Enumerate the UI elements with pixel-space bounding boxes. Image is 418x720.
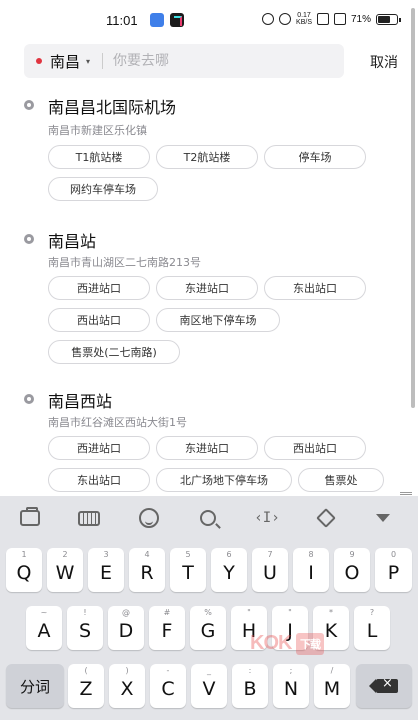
toolbox-icon[interactable] (17, 506, 43, 530)
scrollbar[interactable] (411, 8, 415, 408)
alarm-icon (262, 13, 275, 25)
key-z[interactable]: (Z (68, 664, 104, 708)
backspace-icon (369, 676, 398, 693)
search-bar: 南昌 ▾ (24, 44, 344, 78)
entrance-chip[interactable]: T2航站楼 (156, 145, 258, 169)
destination-search-input[interactable] (113, 53, 314, 69)
cancel-button[interactable]: 取消 (370, 52, 398, 72)
backspace-key[interactable] (356, 664, 412, 708)
entrance-chip[interactable]: 网约车停车场 (48, 177, 158, 201)
key-m[interactable]: / M (314, 664, 350, 708)
key-w[interactable]: 2W (47, 548, 83, 592)
cursor-icon[interactable]: ‹I› (254, 506, 280, 530)
entrance-chip[interactable]: 西进站口 (48, 276, 150, 300)
keyboard-handle[interactable] (400, 492, 412, 495)
entrance-chip[interactable]: 停车场 (264, 145, 366, 169)
key-r[interactable]: 4R (129, 548, 165, 592)
result-title[interactable]: 南昌昌北国际机场 (48, 94, 176, 118)
key-q[interactable]: 1Q (6, 548, 42, 592)
key-n[interactable]: ; N (273, 664, 309, 708)
entrance-chip[interactable]: 南区地下停车场 (156, 308, 280, 332)
key-f[interactable]: # F (149, 606, 185, 650)
key-p[interactable]: 0P (375, 548, 412, 592)
entrance-chip[interactable]: 东进站口 (156, 436, 258, 460)
key-o[interactable]: 9O (334, 548, 370, 592)
entrance-chip[interactable]: 售票处 (298, 468, 384, 492)
entrance-chip[interactable]: T1航站楼 (48, 145, 150, 169)
status-bar: 11:01 0.17 KB/S 71% (0, 0, 418, 40)
result-title[interactable]: 南昌站 (48, 228, 96, 252)
location-pin-icon (24, 100, 34, 110)
battery-text: 71% (350, 13, 371, 25)
key-s[interactable]: ! S (67, 606, 103, 650)
chevron-down-icon[interactable]: ▾ (86, 57, 90, 66)
key-c[interactable]: -C (150, 664, 186, 708)
key-g[interactable]: % G (190, 606, 226, 650)
entrance-chip[interactable]: 东出站口 (264, 276, 366, 300)
key-y[interactable]: 6Y (211, 548, 247, 592)
location-dot-icon (36, 58, 42, 64)
key-t[interactable]: 5T (170, 548, 206, 592)
collapse-keyboard-icon[interactable] (370, 506, 396, 530)
tiktok-notification-icon (170, 13, 184, 27)
battery-icon (376, 13, 401, 25)
entrance-chip[interactable]: 西出站口 (264, 436, 366, 460)
keyboard-toolbar: ‹I› (0, 496, 418, 540)
key-x[interactable]: ) X (109, 664, 145, 708)
emoji-icon[interactable] (136, 506, 162, 530)
search-icon[interactable] (195, 506, 221, 530)
key-e[interactable]: 3E (88, 548, 124, 592)
key-u[interactable]: 7U (252, 548, 288, 592)
signal-icon (333, 13, 346, 25)
location-pin-icon (24, 394, 34, 404)
city-selector[interactable]: 南昌 (50, 51, 80, 72)
hd-icon (316, 13, 329, 25)
entrance-chip[interactable]: 东出站口 (48, 468, 150, 492)
mute-icon (279, 13, 292, 25)
result-address: 南昌市青山湖区二七南路213号 (48, 256, 201, 269)
entrance-chip[interactable]: 西进站口 (48, 436, 150, 460)
app-notification-icon (150, 13, 164, 27)
keyboard-icon[interactable] (76, 506, 102, 530)
status-icons: 0.17 KB/S 71% (262, 12, 401, 26)
key-l[interactable]: ? L (354, 606, 390, 650)
network-speed: 0.17 KB/S (296, 12, 312, 26)
search-divider (102, 53, 104, 69)
watermark-logo: KOK 下载 (250, 632, 325, 655)
entrance-chip[interactable]: 西出站口 (48, 308, 150, 332)
key-d[interactable]: @ D (108, 606, 144, 650)
key-v[interactable]: _ V (191, 664, 227, 708)
eraser-icon[interactable] (313, 506, 339, 530)
key-b[interactable]: :B (232, 664, 268, 708)
entrance-chip[interactable]: 北广场地下停车场 (156, 468, 292, 492)
result-address: 南昌市红谷滩区西站大街1号 (48, 416, 187, 429)
result-title[interactable]: 南昌西站 (48, 388, 112, 412)
key-i[interactable]: 8I (293, 548, 329, 592)
status-time: 11:01 (106, 13, 138, 28)
key-a[interactable]: ~ A (26, 606, 62, 650)
segment-key[interactable]: 分词 (6, 664, 64, 708)
result-address: 南昌市新建区乐化镇 (48, 124, 147, 137)
entrance-chip[interactable]: 东进站口 (156, 276, 258, 300)
location-pin-icon (24, 234, 34, 244)
entrance-chip[interactable]: 售票处(二七南路) (48, 340, 180, 364)
soft-keyboard: ‹I› 1Q 2W 3E 4R 5T 6Y 7U 8I 9O 0P ~ A ! S … (0, 492, 418, 720)
